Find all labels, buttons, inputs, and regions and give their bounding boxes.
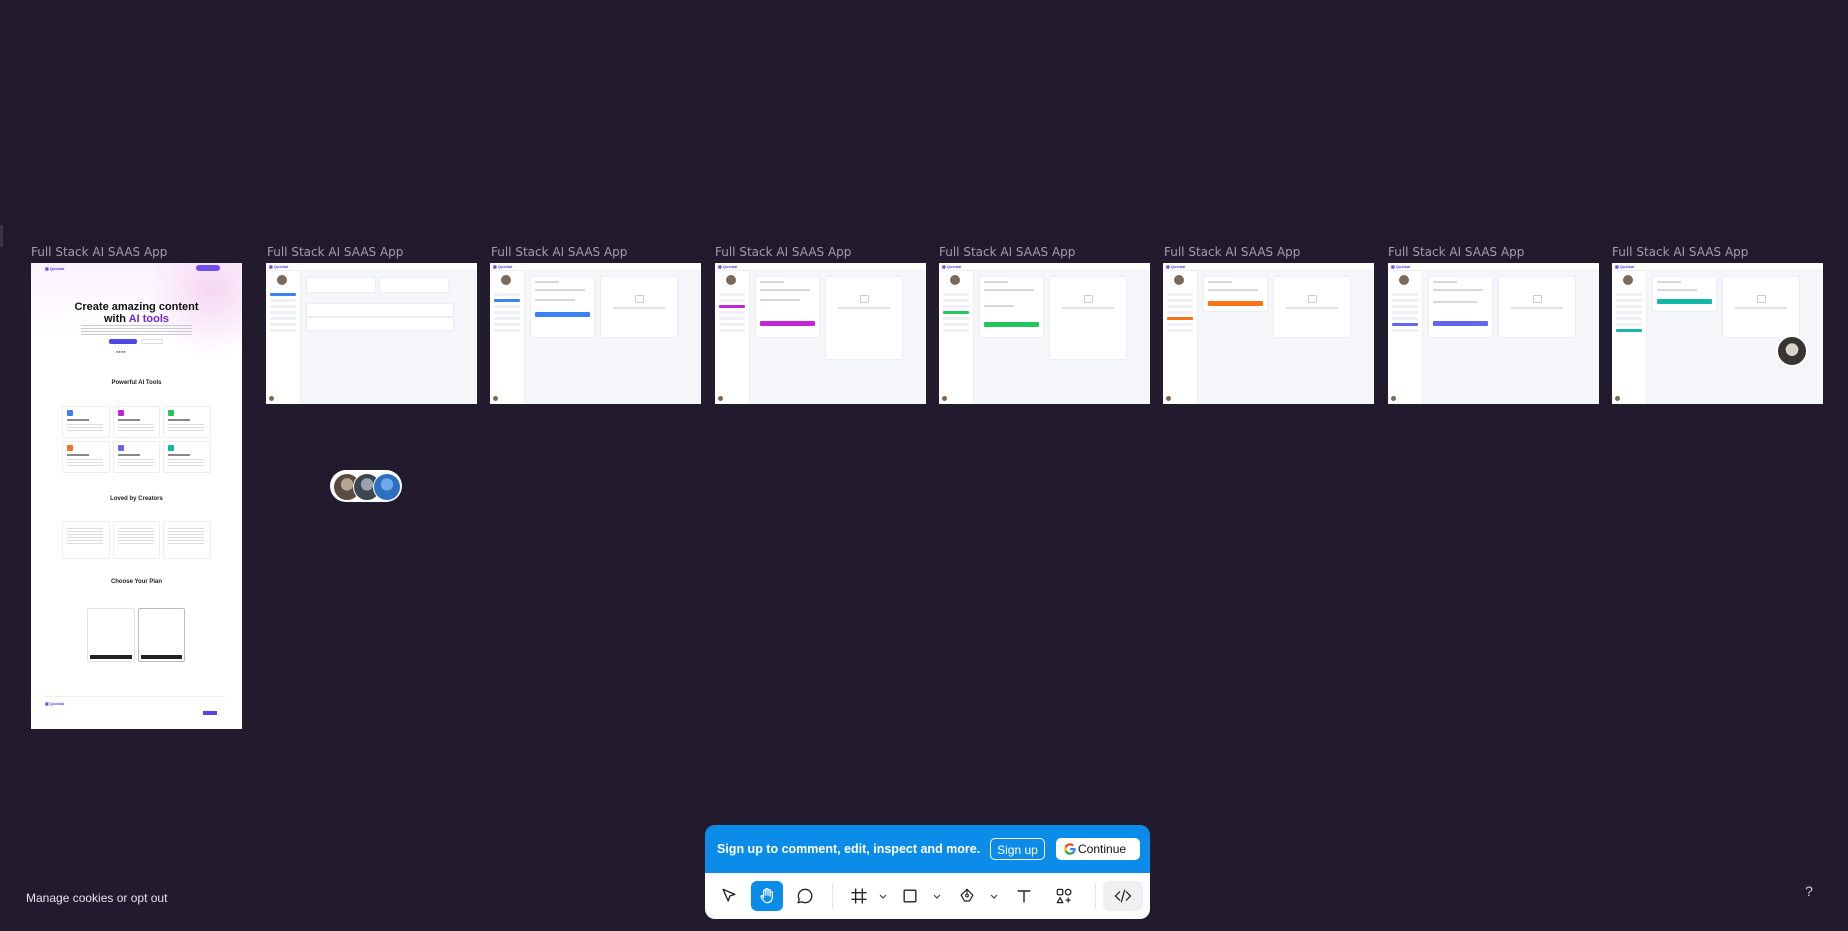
text-icon: [1017, 890, 1031, 903]
plan-card-free: [87, 608, 135, 662]
pen-icon: [960, 888, 974, 902]
frame-label-5[interactable]: Full Stack AI SAAS App: [939, 245, 1075, 259]
testimonial-card: [62, 521, 110, 559]
frame-label-8[interactable]: Full Stack AI SAAS App: [1612, 245, 1748, 259]
chevron-down-icon[interactable]: [879, 892, 887, 900]
frame-dashboard[interactable]: ▦ Quickai: [266, 263, 477, 404]
design-toolbar: [705, 873, 1150, 919]
landing-logo: ▦ Quickai: [45, 266, 65, 271]
hand-icon: [760, 888, 773, 904]
frame-label-1[interactable]: Full Stack AI SAAS App: [31, 245, 167, 259]
hero-users-avatars: ●●●●: [116, 349, 126, 354]
canvas-edge-handle: [0, 225, 3, 247]
frame-landing-page[interactable]: ▦ Quickai Create amazing content with AI…: [31, 263, 242, 729]
comment-icon: [797, 888, 813, 904]
collaborator-avatars[interactable]: [330, 470, 402, 502]
code-icon: [1114, 889, 1132, 903]
continue-with-google-button[interactable]: Continue: [1056, 838, 1140, 860]
move-tool-button[interactable]: [713, 881, 745, 911]
chevron-down-icon[interactable]: [990, 892, 998, 900]
landing-footer: ▦ Quickai: [45, 696, 225, 719]
hand-tool-button[interactable]: [751, 881, 783, 911]
frame-blog-titles[interactable]: ▦ Quickai: [715, 263, 926, 404]
frame-review-resume[interactable]: ▦ Quickai: [1612, 263, 1823, 404]
headline-line1: Create amazing content: [74, 301, 199, 313]
headline-with: with: [104, 313, 129, 325]
rectangle-icon: [903, 889, 917, 903]
frame-label-7[interactable]: Full Stack AI SAAS App: [1388, 245, 1524, 259]
avatar[interactable]: [1776, 335, 1808, 367]
frame-label-4[interactable]: Full Stack AI SAAS App: [715, 245, 851, 259]
continue-label: Continue: [1078, 842, 1127, 856]
toolbar-divider: [832, 883, 833, 909]
hero-secondary-button: [141, 339, 163, 344]
frame-label-6[interactable]: Full Stack AI SAAS App: [1164, 245, 1300, 259]
manage-cookies-link[interactable]: Manage cookies or opt out: [26, 891, 167, 905]
toolbar-divider: [1095, 883, 1096, 909]
frame-tool-button[interactable]: [843, 881, 875, 911]
resources-icon: [1056, 888, 1072, 904]
dev-mode-button[interactable]: [1103, 881, 1143, 911]
feature-card: [112, 441, 161, 473]
testimonial-card: [112, 521, 161, 559]
pen-tool-button[interactable]: [951, 881, 983, 911]
frame-label-2[interactable]: Full Stack AI SAAS App: [267, 245, 403, 259]
landing-headline: Create amazing content with AI tools: [31, 301, 242, 325]
comment-tool-button[interactable]: [789, 881, 821, 911]
google-icon: [1064, 843, 1076, 855]
feature-card: [62, 441, 110, 473]
pricing-title: Choose Your Plan: [110, 579, 163, 585]
frame-remove-background[interactable]: ▦ Quickai: [1163, 263, 1374, 404]
features-title: Powerful AI Tools: [111, 380, 162, 386]
cursor-icon: [722, 888, 736, 902]
frame-icon: [851, 888, 867, 904]
feature-card: [62, 406, 110, 438]
hero-primary-button: [109, 339, 137, 344]
feature-card: [112, 406, 161, 438]
shape-tool-button[interactable]: [894, 881, 926, 911]
headline-highlight: AI tools: [128, 313, 169, 325]
features-grid: [62, 406, 211, 473]
help-button[interactable]: ?: [1797, 879, 1821, 903]
signup-message: Sign up to comment, edit, inspect and mo…: [717, 842, 981, 856]
text-tool-button[interactable]: [1008, 881, 1040, 911]
testimonial-card: [163, 521, 211, 559]
frame-generate-images[interactable]: ▦ Quickai: [939, 263, 1150, 404]
frame-write-article[interactable]: ▦ Quickai: [490, 263, 701, 404]
testimonials-title: Loved by Creators: [110, 496, 163, 502]
frame-remove-object[interactable]: ▦ Quickai: [1388, 263, 1599, 404]
pricing-plans: [87, 608, 185, 662]
feature-card: [163, 441, 211, 473]
resources-tool-button[interactable]: [1048, 881, 1080, 911]
signup-button[interactable]: Sign up: [990, 838, 1045, 860]
plan-card-premium: [137, 608, 185, 662]
feature-card: [163, 406, 211, 438]
landing-nav-button: [196, 265, 220, 271]
chevron-down-icon[interactable]: [933, 892, 941, 900]
frame-label-3[interactable]: Full Stack AI SAAS App: [491, 245, 627, 259]
signup-banner: Sign up to comment, edit, inspect and mo…: [705, 825, 1150, 873]
hero-subtext: [81, 325, 192, 335]
avatar[interactable]: [373, 473, 401, 501]
testimonials-grid: [62, 521, 211, 559]
